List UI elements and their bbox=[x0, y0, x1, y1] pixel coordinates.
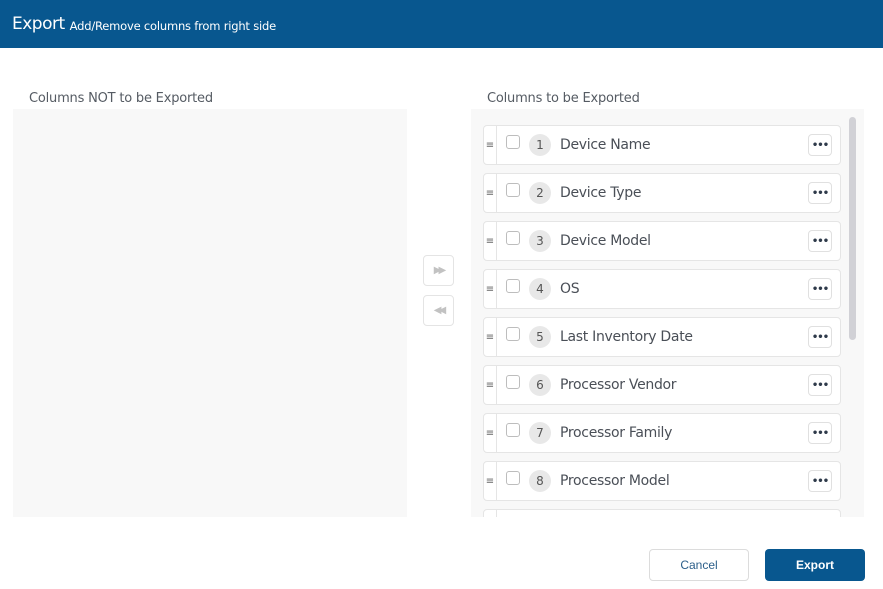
row-checkbox[interactable] bbox=[506, 423, 520, 437]
row-number: 2 bbox=[529, 182, 551, 204]
column-name: Processor Model bbox=[560, 473, 670, 489]
row-checkbox[interactable] bbox=[506, 327, 520, 341]
column-name: Device Type bbox=[560, 185, 642, 201]
list-item[interactable]: ≡ 7 Processor Family ••• bbox=[483, 413, 841, 453]
column-name: Processor Family bbox=[560, 425, 673, 441]
ellipsis-icon: ••• bbox=[811, 139, 829, 151]
drag-handle-icon[interactable]: ≡ bbox=[484, 414, 497, 452]
ellipsis-icon: ••• bbox=[811, 427, 829, 439]
row-checkbox[interactable] bbox=[506, 279, 520, 293]
move-left-button[interactable]: ◀◀ bbox=[423, 295, 454, 326]
move-right-button[interactable]: ▶▶ bbox=[423, 255, 454, 286]
drag-handle-icon[interactable]: ≡ bbox=[484, 222, 497, 260]
row-number: 5 bbox=[529, 326, 551, 348]
drag-handle-icon[interactable]: ≡ bbox=[484, 510, 497, 517]
drag-handle-icon[interactable]: ≡ bbox=[484, 462, 497, 500]
drag-handle-icon[interactable]: ≡ bbox=[484, 366, 497, 404]
list-item[interactable]: ≡ 4 OS ••• bbox=[483, 269, 841, 309]
ellipsis-icon: ••• bbox=[811, 331, 829, 343]
row-checkbox[interactable] bbox=[506, 471, 520, 485]
right-column-label: Columns to be Exported bbox=[487, 91, 640, 106]
export-button[interactable]: Export bbox=[765, 549, 865, 581]
ellipsis-icon: ••• bbox=[811, 283, 829, 295]
ellipsis-icon: ••• bbox=[811, 187, 829, 199]
more-options-button[interactable]: ••• bbox=[808, 134, 832, 156]
ellipsis-icon: ••• bbox=[811, 379, 829, 391]
list-item[interactable]: ≡ 2 Device Type ••• bbox=[483, 173, 841, 213]
row-checkbox[interactable] bbox=[506, 375, 520, 389]
drag-handle-icon[interactable]: ≡ bbox=[484, 174, 497, 212]
scrollbar[interactable] bbox=[849, 117, 856, 340]
column-name: Device Name bbox=[560, 137, 651, 153]
list-item[interactable]: ≡ bbox=[483, 509, 841, 517]
list-item[interactable]: ≡ 5 Last Inventory Date ••• bbox=[483, 317, 841, 357]
column-name: OS bbox=[560, 281, 580, 297]
list-item[interactable]: ≡ 1 Device Name ••• bbox=[483, 125, 841, 165]
column-name: Device Model bbox=[560, 233, 651, 249]
dialog-subtitle: Add/Remove columns from right side bbox=[69, 18, 277, 33]
drag-handle-icon[interactable]: ≡ bbox=[484, 318, 497, 356]
row-checkbox[interactable] bbox=[506, 135, 520, 149]
more-options-button[interactable]: ••• bbox=[808, 326, 832, 348]
row-checkbox[interactable] bbox=[506, 183, 520, 197]
columns-exported-list[interactable]: ≡ 1 Device Name ••• ≡ 2 Device Type ••• ≡ 3 Device… bbox=[471, 109, 864, 517]
row-number: 3 bbox=[529, 230, 551, 252]
ellipsis-icon: ••• bbox=[811, 475, 829, 487]
list-item[interactable]: ≡ 6 Processor Vendor ••• bbox=[483, 365, 841, 405]
dialog-title: Export bbox=[12, 14, 65, 34]
columns-not-exported-list[interactable] bbox=[13, 109, 407, 517]
row-number: 6 bbox=[529, 374, 551, 396]
row-number: 1 bbox=[529, 134, 551, 156]
column-name: Last Inventory Date bbox=[560, 329, 693, 345]
dialog-header: Export Add/Remove columns from right sid… bbox=[0, 0, 883, 48]
ellipsis-icon: ••• bbox=[811, 235, 829, 247]
more-options-button[interactable]: ••• bbox=[808, 230, 832, 252]
list-item[interactable]: ≡ 3 Device Model ••• bbox=[483, 221, 841, 261]
row-number: 8 bbox=[529, 470, 551, 492]
row-number: 7 bbox=[529, 422, 551, 444]
cancel-button[interactable]: Cancel bbox=[649, 549, 749, 581]
left-column-label: Columns NOT to be Exported bbox=[29, 91, 213, 106]
double-chevron-left-icon: ◀◀ bbox=[433, 305, 447, 316]
list-item[interactable]: ≡ 8 Processor Model ••• bbox=[483, 461, 841, 501]
row-number: 4 bbox=[529, 278, 551, 300]
column-name: Processor Vendor bbox=[560, 377, 677, 393]
drag-handle-icon[interactable]: ≡ bbox=[484, 270, 497, 308]
more-options-button[interactable]: ••• bbox=[808, 182, 832, 204]
more-options-button[interactable]: ••• bbox=[808, 470, 832, 492]
more-options-button[interactable]: ••• bbox=[808, 374, 832, 396]
row-checkbox[interactable] bbox=[506, 231, 520, 245]
drag-handle-icon[interactable]: ≡ bbox=[484, 126, 497, 164]
double-chevron-right-icon: ▶▶ bbox=[433, 265, 447, 276]
more-options-button[interactable]: ••• bbox=[808, 422, 832, 444]
more-options-button[interactable]: ••• bbox=[808, 278, 832, 300]
